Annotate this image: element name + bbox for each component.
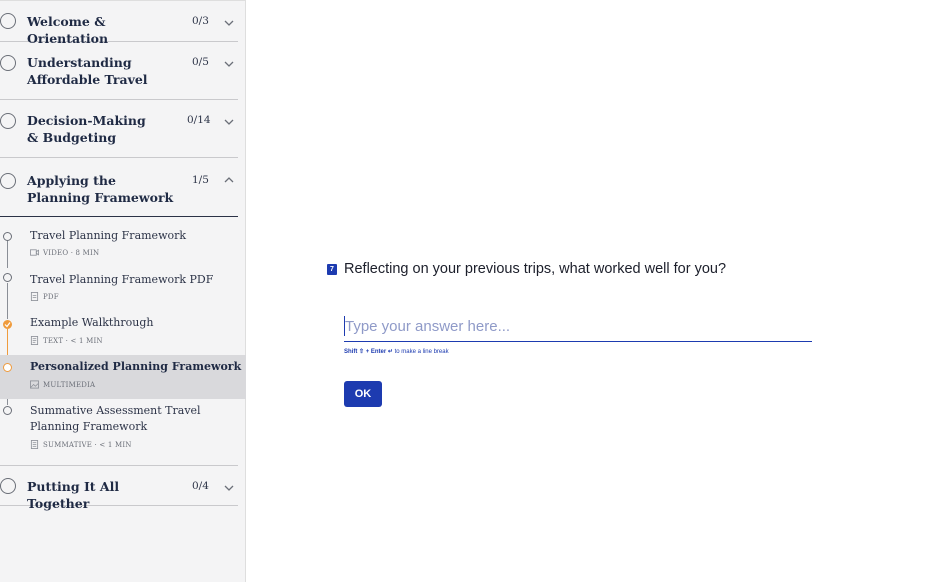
module-title: Putting It All Together [27, 479, 120, 511]
lesson-item-example-walkthrough[interactable]: Example Walkthrough TEXT · < 1 MIN [0, 313, 246, 355]
summative-icon [30, 440, 39, 449]
lesson-title: Summative Assessment Travel Planning Fra… [30, 404, 201, 433]
multimedia-icon [30, 380, 39, 389]
lesson-meta: SUMMATIVE · < 1 MIN [30, 440, 132, 449]
module-progress-count: 0/5 [192, 56, 209, 68]
module-progress-count: 1/5 [192, 174, 209, 186]
answer-input[interactable] [344, 312, 812, 342]
lesson-status-node-icon [3, 273, 12, 282]
lesson-meta-text: PDF [43, 292, 59, 301]
module-status-circle-icon [0, 113, 16, 129]
lesson-meta-text: VIDEO · 8 MIN [43, 248, 100, 257]
question-number-badge: 7 [327, 264, 337, 275]
lesson-status-node-icon [3, 363, 12, 372]
lesson-item-personalized-planning-framework[interactable]: Personalized Planning Framework MULTIMED… [0, 355, 246, 399]
module-status-circle-icon [0, 478, 16, 494]
lesson-title: Travel Planning Framework PDF [30, 273, 214, 286]
module-putting-it-all-together[interactable]: Putting It All Together 0/4 [0, 465, 238, 511]
module-status-circle-icon [0, 13, 16, 29]
lesson-meta: VIDEO · 8 MIN [30, 248, 99, 257]
chevron-down-icon[interactable] [222, 482, 236, 494]
lesson-meta-text: TEXT · < 1 MIN [43, 336, 103, 345]
module-welcome-orientation[interactable]: Welcome & Orientation 0/3 [0, 1, 238, 46]
question-text: Reflecting on your previous trips, what … [344, 261, 727, 277]
hint-keys: Shift ⇧ + Enter ↵ [344, 349, 393, 355]
document-icon [30, 292, 39, 301]
module-applying-planning-framework[interactable]: Applying the Planning Framework 1/5 [0, 158, 238, 217]
module-title: Applying the Planning Framework [27, 173, 174, 205]
video-icon [30, 249, 39, 256]
course-outline-sidebar: Welcome & Orientation 0/3 Understanding … [0, 0, 246, 582]
module-decision-making-budgeting[interactable]: Decision-Making & Budgeting 0/14 [0, 100, 238, 158]
module-title: Understanding Affordable Travel [27, 55, 148, 87]
lesson-title: Example Walkthrough [30, 316, 154, 329]
lesson-status-node-icon [3, 232, 12, 241]
lesson-item-summative-assessment[interactable]: Summative Assessment Travel Planning Fra… [0, 399, 246, 459]
lesson-item-travel-planning-framework-pdf[interactable]: Travel Planning Framework PDF PDF [0, 267, 246, 313]
module-progress-count: 0/14 [187, 114, 211, 126]
module-progress-count: 0/4 [192, 480, 209, 492]
lesson-status-node-icon [3, 406, 12, 415]
lesson-item-travel-planning-framework[interactable]: Travel Planning Framework VIDEO · 8 MIN [0, 223, 246, 267]
module-status-circle-icon [0, 55, 16, 71]
lesson-title: Travel Planning Framework [30, 229, 187, 242]
module-title: Decision-Making & Budgeting [27, 113, 146, 145]
module-progress-count: 0/3 [192, 15, 209, 27]
text-cursor [344, 316, 346, 336]
lesson-meta-text: SUMMATIVE · < 1 MIN [43, 440, 132, 449]
hint-text: to make a line break [392, 349, 449, 355]
lesson-title: Personalized Planning Framework [30, 360, 242, 373]
chevron-up-icon[interactable] [222, 174, 236, 186]
lesson-meta-text: MULTIMEDIA [43, 380, 96, 389]
lesson-meta: MULTIMEDIA [30, 380, 95, 389]
module-understanding-affordable-travel[interactable]: Understanding Affordable Travel 0/5 [0, 42, 238, 100]
line-break-hint: Shift ⇧ + Enter ↵ to make a line break [344, 348, 449, 355]
ok-button[interactable]: OK [344, 381, 382, 407]
chevron-down-icon[interactable] [222, 17, 236, 29]
module-status-circle-icon [0, 173, 16, 189]
chevron-down-icon[interactable] [222, 116, 236, 128]
completed-check-icon [3, 320, 12, 329]
chevron-down-icon[interactable] [222, 58, 236, 70]
lesson-meta: PDF [30, 292, 59, 301]
lesson-meta: TEXT · < 1 MIN [30, 336, 103, 345]
text-icon [30, 336, 39, 345]
